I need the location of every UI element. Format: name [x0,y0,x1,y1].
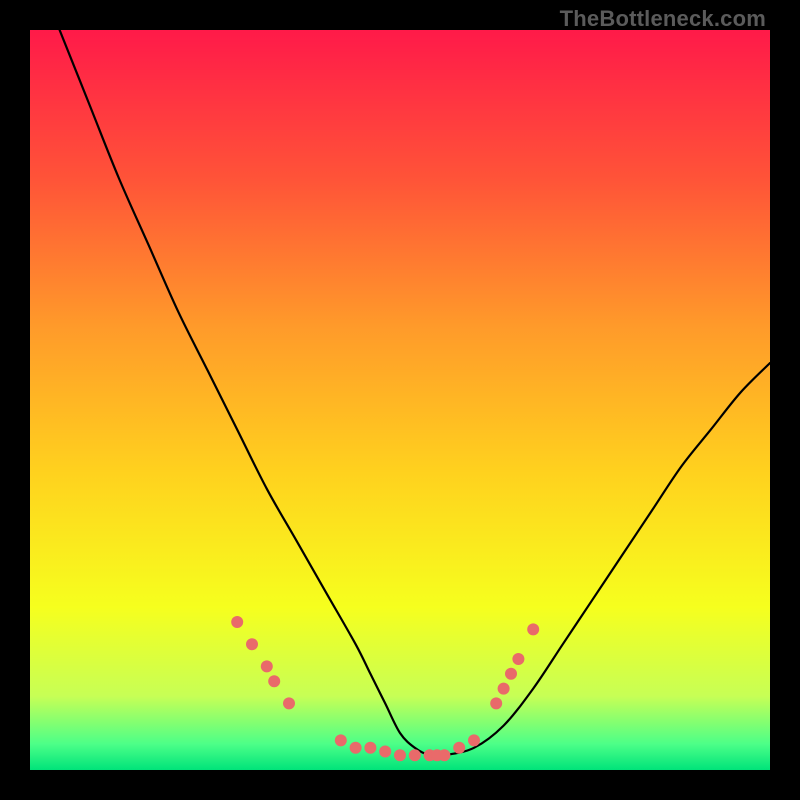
highlight-dot [409,749,421,761]
highlight-dot [283,697,295,709]
highlight-dot [350,742,362,754]
watermark-text: TheBottleneck.com [560,6,766,32]
chart-frame [30,30,770,770]
gradient-background [30,30,770,770]
highlight-dot [261,660,273,672]
bottleneck-chart [30,30,770,770]
highlight-dot [498,683,510,695]
highlight-dot [246,638,258,650]
highlight-dot [394,749,406,761]
highlight-dot [231,616,243,628]
highlight-dot [505,668,517,680]
highlight-dot [379,746,391,758]
highlight-dot [335,734,347,746]
highlight-dot [268,675,280,687]
highlight-dot [453,742,465,754]
highlight-dot [438,749,450,761]
highlight-dot [527,623,539,635]
highlight-dot [490,697,502,709]
highlight-dot [364,742,376,754]
highlight-dot [468,734,480,746]
highlight-dot [512,653,524,665]
